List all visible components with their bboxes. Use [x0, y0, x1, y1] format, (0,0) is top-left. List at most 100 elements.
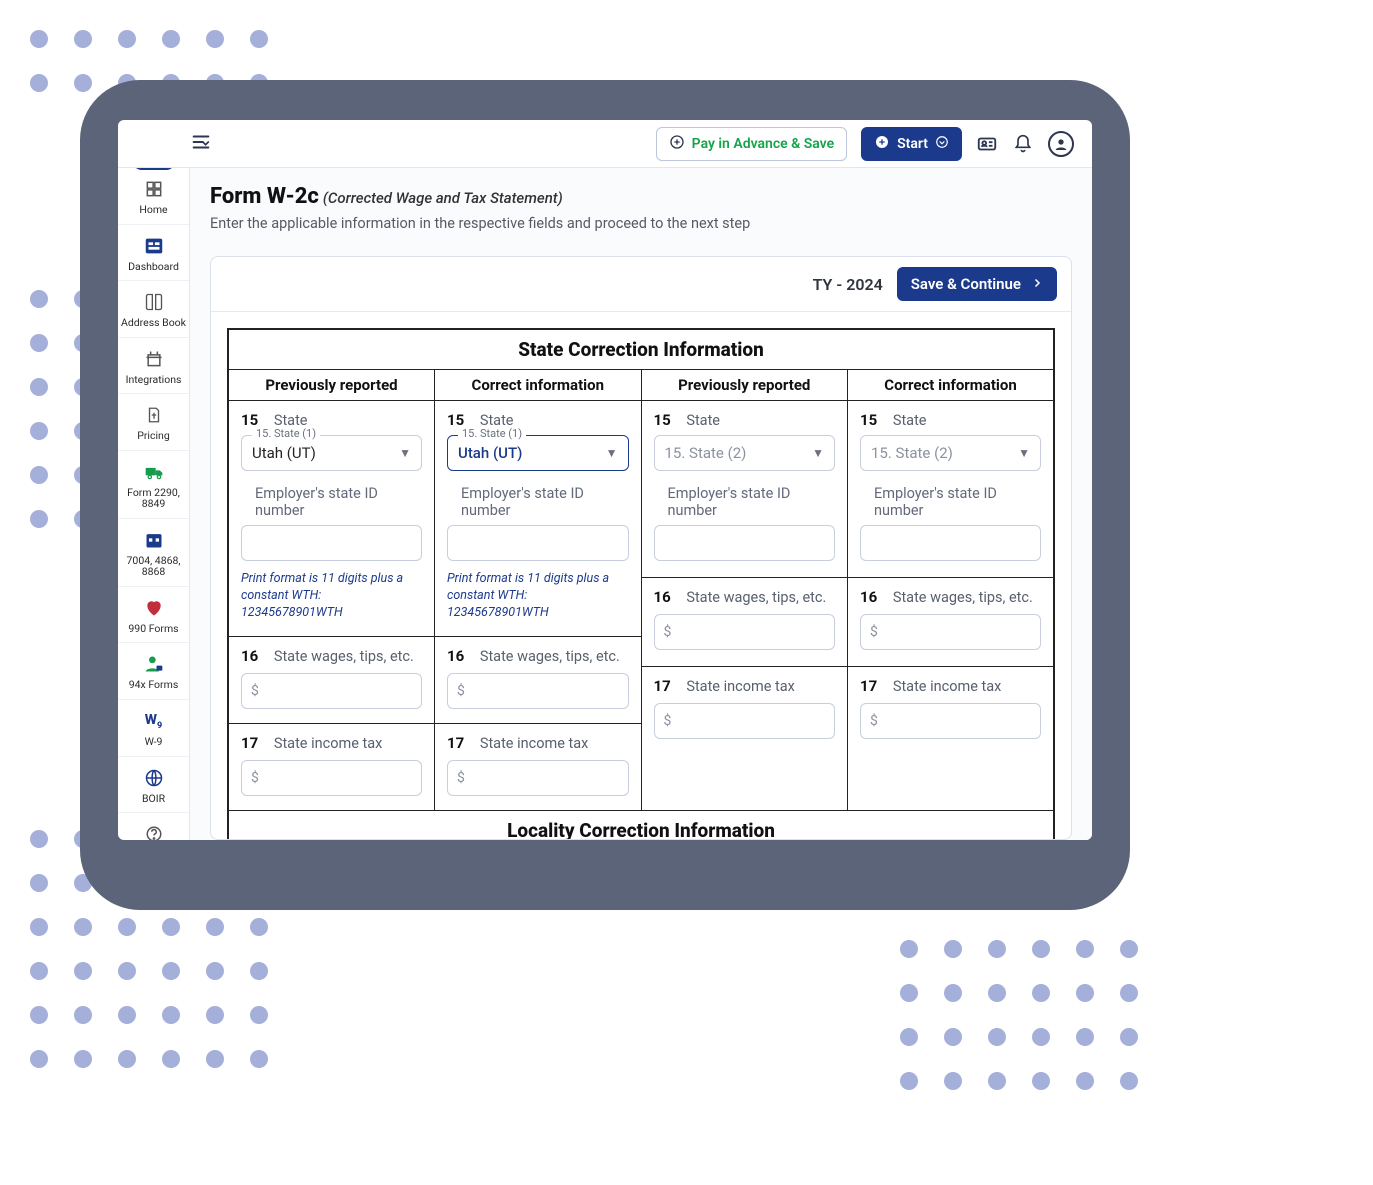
sidebar-item-label: W-9	[145, 736, 163, 748]
sidebar-item-integrations[interactable]: Integrations	[118, 338, 189, 395]
page-description: Enter the applicable information in the …	[210, 215, 1072, 232]
sidebar-item-address-book[interactable]: Address Book	[118, 281, 189, 338]
box-15-num: 15	[860, 411, 877, 429]
sidebar-item-7004[interactable]: 7004, 4868, 8868	[118, 519, 189, 587]
chevron-right-icon	[1031, 275, 1043, 293]
col-header-corr-1: Correct information	[435, 370, 642, 401]
state-1-prev-select[interactable]: 15. State (1) Utah (UT) ▼	[241, 435, 422, 471]
sidebar-item-dashboard[interactable]: Dashboard	[118, 225, 189, 282]
sidebar-item-home[interactable]: Home	[118, 168, 189, 225]
page-subtitle: (Corrected Wage and Tax Statement)	[323, 189, 563, 207]
state-wages-corr-2-input[interactable]	[860, 614, 1041, 650]
sidebar-item-pricing[interactable]: Pricing	[118, 394, 189, 451]
box-17-label: State income tax	[274, 735, 383, 752]
box-16-num: 16	[860, 588, 877, 606]
sidebar-item-label: Form 2290, 8849	[120, 487, 187, 510]
box-15-label: State	[686, 412, 720, 429]
box-16-label: State wages, tips, etc.	[686, 589, 826, 606]
menu-toggle-icon[interactable]	[190, 131, 212, 157]
decorative-dots	[900, 940, 1140, 1092]
box-16-num: 16	[447, 647, 464, 665]
sidebar-item-form-2290[interactable]: Form 2290, 8849	[118, 451, 189, 519]
plus-circle-icon	[874, 134, 890, 154]
save-continue-button[interactable]: Save & Continue	[897, 267, 1057, 301]
start-button[interactable]: Start	[861, 127, 962, 161]
sidebar-item-label: BOIR	[142, 793, 165, 805]
bell-icon[interactable]	[1012, 133, 1034, 155]
chevron-down-icon: ▼	[1018, 446, 1030, 460]
employer-id-prev-1-input[interactable]	[241, 525, 422, 561]
page-title: Form W-2c	[210, 184, 319, 209]
state-section-title: State Correction Information	[228, 329, 1054, 370]
sidebar-item-94x[interactable]: 94x Forms	[118, 643, 189, 700]
state-wages-corr-1-input[interactable]	[447, 673, 629, 709]
state-wages-prev-2-input[interactable]	[654, 614, 836, 650]
state-2-placeholder: 15. State (2)	[665, 444, 747, 462]
currency-symbol: $	[457, 770, 465, 786]
sidebar-item-w9[interactable]: W9 W-9	[118, 700, 189, 757]
state-id-hint: Print format is 11 digits plus a constan…	[241, 571, 422, 622]
state-1-corr-select[interactable]: 15. State (1) Utah (UT) ▼	[447, 435, 629, 471]
col-header-prev-2: Previously reported	[641, 370, 848, 401]
state-2-prev-select[interactable]: 15. State (2) ▼	[654, 435, 836, 471]
main-content: Form W-2c (Corrected Wage and Tax Statem…	[190, 168, 1092, 840]
box-17-num: 17	[860, 677, 877, 695]
box-15-num: 15	[654, 411, 671, 429]
sidebar-item-label: 94x Forms	[129, 679, 179, 691]
box-17-num: 17	[447, 734, 464, 752]
save-continue-label: Save & Continue	[911, 275, 1021, 293]
pay-advance-button[interactable]: Pay in Advance & Save	[656, 127, 847, 161]
state-2-corr-select[interactable]: 15. State (2) ▼	[860, 435, 1041, 471]
employer-id-label: Employer's state ID number	[461, 485, 629, 519]
box-16-num: 16	[241, 647, 258, 665]
box-17-label: State income tax	[686, 678, 795, 695]
sidebar-item-label: Address Book	[121, 317, 186, 329]
currency-symbol: $	[870, 713, 878, 729]
box-16-num: 16	[654, 588, 671, 606]
state-2-placeholder: 15. State (2)	[871, 444, 953, 462]
employer-id-corr-1-input[interactable]	[447, 525, 629, 561]
box-17-label: State income tax	[480, 735, 589, 752]
sidebar-item-990[interactable]: 990 Forms	[118, 587, 189, 644]
card-header: TY - 2024 Save & Continue	[211, 257, 1071, 312]
col-header-corr-2: Correct information	[848, 370, 1055, 401]
state-tax-prev-1-input[interactable]	[241, 760, 422, 796]
id-card-icon[interactable]	[976, 133, 998, 155]
state-wages-prev-1-input[interactable]	[241, 673, 422, 709]
currency-symbol: $	[457, 683, 465, 699]
state-tax-corr-2-input[interactable]	[860, 703, 1041, 739]
sidebar-item-label: Pricing	[137, 430, 169, 442]
screen: Pay in Advance & Save Start	[118, 120, 1092, 840]
globe-icon	[142, 767, 166, 789]
page-header: Form W-2c (Corrected Wage and Tax Statem…	[190, 184, 1092, 244]
box-15-label: State	[893, 412, 927, 429]
sidebar-item-label: Integrations	[126, 374, 182, 386]
tax-year-label: TY - 2024	[813, 275, 883, 294]
form-scroll[interactable]: State Correction Information Previously …	[211, 312, 1071, 839]
sidebar: z Home Dashboard Address Book Integratio…	[118, 168, 190, 840]
employer-id-label: Employer's state ID number	[668, 485, 836, 519]
home-icon	[142, 178, 166, 200]
state-1-legend: 15. State (1)	[252, 427, 320, 440]
sidebar-item-boir[interactable]: BOIR	[118, 757, 189, 814]
w9-icon: W9	[142, 710, 166, 732]
box-16-label: State wages, tips, etc.	[274, 648, 414, 665]
sidebar-item-label: Dashboard	[128, 261, 179, 273]
employer-id-corr-2-input[interactable]	[860, 525, 1041, 561]
sidebar-item-label: Home	[139, 204, 167, 216]
box-16-label: State wages, tips, etc.	[480, 648, 620, 665]
dashboard-icon	[142, 235, 166, 257]
sidebar-item-support[interactable]: Support	[118, 813, 189, 840]
pricing-icon	[142, 404, 166, 426]
person-icon	[142, 653, 166, 675]
employer-id-prev-2-input[interactable]	[654, 525, 836, 561]
top-bar: Pay in Advance & Save Start	[118, 120, 1092, 168]
chevron-down-icon: ▼	[606, 446, 618, 460]
user-avatar-icon[interactable]	[1048, 131, 1074, 157]
heart-icon	[142, 597, 166, 619]
locality-section-title: Locality Correction Information	[228, 810, 1054, 839]
state-tax-corr-1-input[interactable]	[447, 760, 629, 796]
state-tax-prev-2-input[interactable]	[654, 703, 836, 739]
help-icon	[142, 823, 166, 840]
col-header-prev-1: Previously reported	[228, 370, 435, 401]
